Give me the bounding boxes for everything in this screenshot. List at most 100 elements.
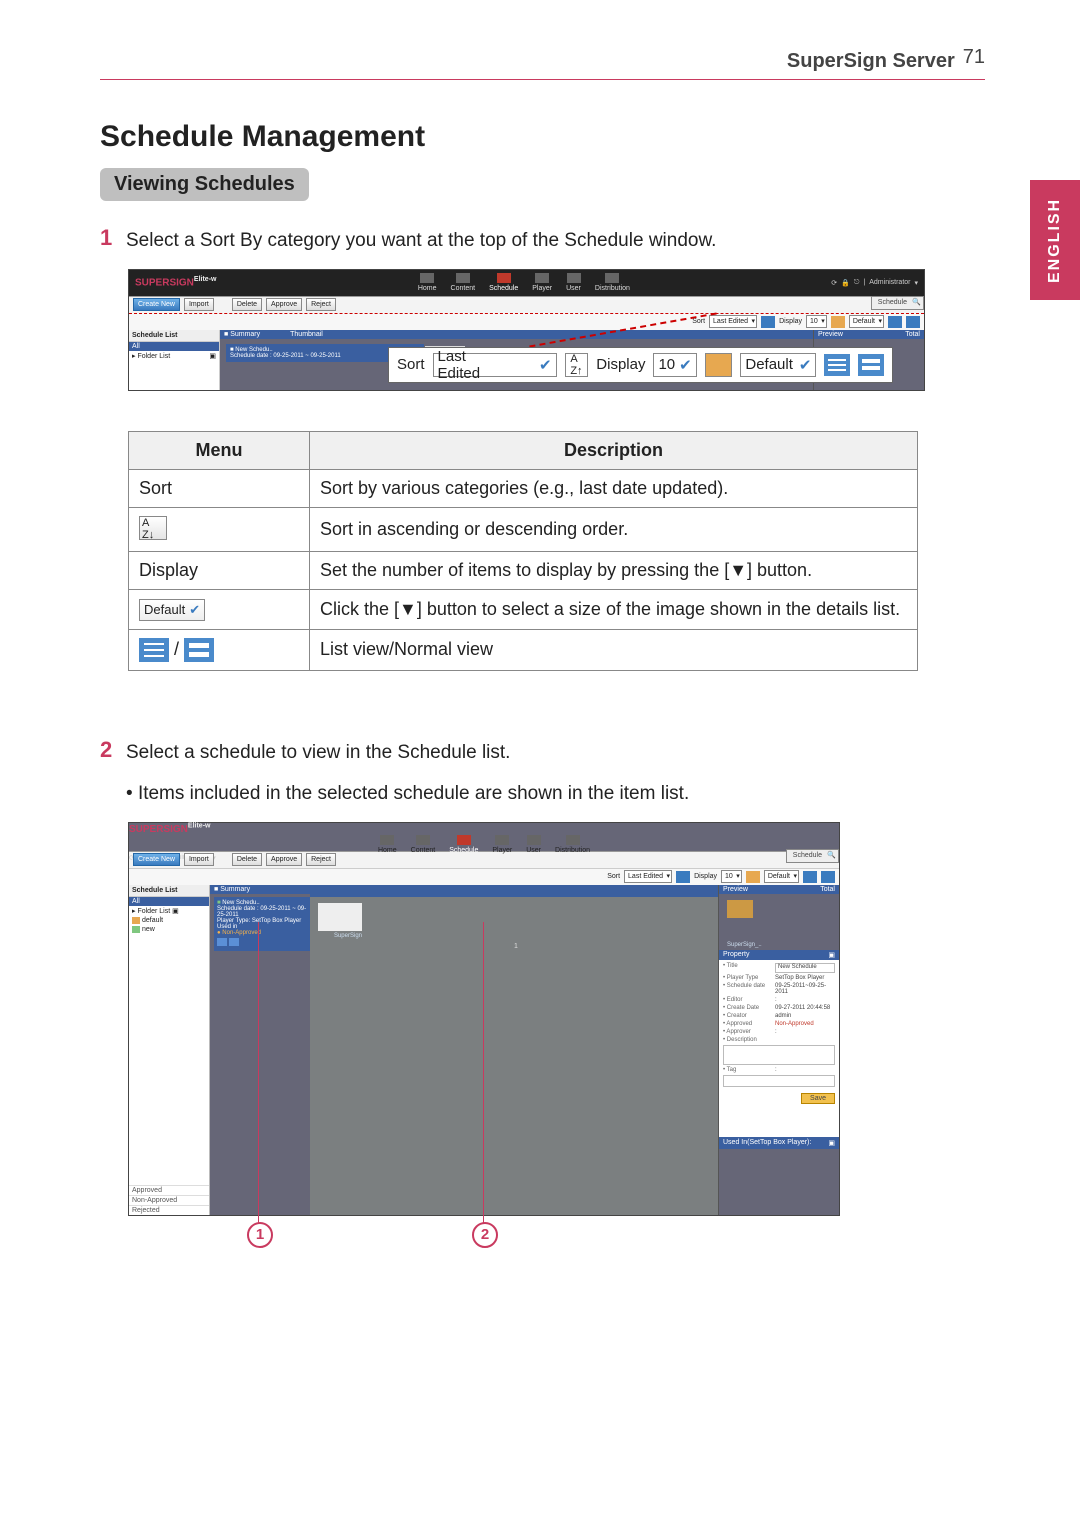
import-button[interactable]: Import: [184, 298, 214, 311]
sort-bar: Sort Last Edited Display 10 Default: [129, 313, 924, 330]
save-button[interactable]: Save: [801, 1093, 835, 1104]
toolbar: Create New Import Delete Approve Reject: [129, 296, 924, 313]
search-input-2[interactable]: Schedule: [786, 849, 839, 863]
callout-default-dropdown[interactable]: Default✔: [740, 353, 816, 377]
nav-home[interactable]: Home: [418, 273, 437, 292]
callout-list-view-icon[interactable]: [824, 354, 850, 376]
schedule-card-selected[interactable]: ■ New Schedu.. Schedule date : 09-25-201…: [214, 897, 310, 951]
sidebar-item-default[interactable]: default: [129, 916, 209, 925]
sidebar: Schedule List All ▸ Folder List▣: [129, 330, 220, 390]
step-1-text: Select a Sort By category you want at th…: [126, 225, 716, 255]
right-panel: PreviewTotal SuperSign_.. Property▣ • Ti…: [718, 885, 839, 1215]
table-row: Display Set the number of items to displ…: [129, 551, 918, 589]
logout-icon[interactable]: ⎋: [854, 279, 860, 287]
prop-description-input[interactable]: [723, 1045, 835, 1065]
sort-dropdown[interactable]: Last Edited: [709, 315, 757, 328]
prop-title-input[interactable]: New Schedule: [775, 963, 835, 973]
nav-distribution[interactable]: Distribution: [555, 835, 590, 854]
callout-display-dropdown[interactable]: 10✔: [653, 353, 696, 377]
brand-logo: SUPERSIGNElite-w: [135, 276, 216, 288]
expand-icon[interactable]: ▣: [828, 951, 835, 959]
used-in-footer: Used In(SetTop Box Player):▣: [719, 1137, 839, 1149]
callout-display-label: Display: [596, 356, 645, 373]
delete-button[interactable]: Delete: [232, 298, 262, 311]
refresh-icon[interactable]: ⟳: [831, 279, 837, 287]
table-row: Default✔ Click the [▼] button to select …: [129, 589, 918, 629]
sort-order-icon[interactable]: [761, 316, 775, 328]
default-dropdown[interactable]: Default: [764, 870, 799, 883]
table-row: / List view/Normal view: [129, 629, 918, 670]
nav-account[interactable]: ⟳ 🔒 ⎋ |Administrator▾: [831, 279, 918, 287]
prop-tag-input[interactable]: [723, 1075, 835, 1087]
sort-label: Sort: [692, 318, 705, 325]
th-description: Description: [310, 431, 918, 469]
display-dropdown[interactable]: 10: [721, 870, 742, 883]
sidebar-folder-list[interactable]: ▸ Folder List▣: [129, 906, 209, 916]
nav-menu: Home Content Schedule Player User Distri…: [216, 273, 831, 292]
nav-home[interactable]: Home: [378, 835, 397, 854]
page-header: SuperSign Server 71: [100, 50, 985, 80]
page-number: 71: [963, 46, 985, 69]
callout-normal-view-icon[interactable]: [858, 354, 884, 376]
status-approved[interactable]: Approved: [129, 1185, 209, 1195]
content-area-2: ■ Summary ■ New Schedu.. Schedule date :…: [210, 885, 718, 1215]
lock-icon[interactable]: 🔒: [841, 279, 850, 287]
list-view-icon[interactable]: [803, 871, 817, 883]
status-non-approved[interactable]: Non-Approved: [129, 1195, 209, 1205]
app-window-2: SUPERSIGNElite-w Home Content Schedule P…: [128, 822, 840, 1216]
delete-button[interactable]: Delete: [232, 853, 262, 866]
status-rejected[interactable]: Rejected: [129, 1205, 209, 1215]
default-dropdown-icon: Default✔: [139, 599, 205, 621]
sidebar-all[interactable]: All: [129, 342, 219, 351]
default-dropdown[interactable]: Default: [849, 315, 884, 328]
size-icon[interactable]: [746, 871, 760, 883]
screenshot-1: SUPERSIGNElite-w Home Content Schedule P…: [128, 269, 985, 391]
create-new-button[interactable]: Create New: [133, 298, 180, 311]
reject-button[interactable]: Reject: [306, 298, 336, 311]
sidebar-all[interactable]: All: [129, 897, 209, 906]
callout-sort-order-icon[interactable]: AZ↑: [565, 353, 589, 377]
list-view-icon[interactable]: [888, 316, 902, 328]
sidebar-item-new[interactable]: new: [129, 925, 209, 934]
reject-button[interactable]: Reject: [306, 853, 336, 866]
normal-view-icon[interactable]: [821, 871, 835, 883]
nav-schedule[interactable]: Schedule: [449, 835, 478, 854]
sidebar-folder-list[interactable]: ▸ Folder List▣: [129, 351, 219, 361]
step-2-text: Select a schedule to view in the Schedul…: [126, 737, 510, 767]
sort-dropdown[interactable]: Last Edited: [624, 870, 672, 883]
table-row: Sort Sort by various categories (e.g., l…: [129, 469, 918, 507]
nav-player[interactable]: Player: [492, 835, 512, 854]
property-rows: • TitleNew Schedule • Player TypeSetTop …: [719, 960, 839, 1137]
table-row: Sort in ascending or descending order.: [129, 507, 918, 551]
size-icon[interactable]: [831, 316, 845, 328]
nav-player[interactable]: Player: [532, 273, 552, 292]
callout-size-icon[interactable]: [705, 353, 733, 377]
nav-content[interactable]: Content: [451, 273, 476, 292]
nav-content[interactable]: Content: [411, 835, 436, 854]
import-button[interactable]: Import: [184, 853, 214, 866]
callout-sort-label: Sort: [397, 356, 425, 373]
preview-image: [727, 900, 753, 918]
step-1-number: 1: [100, 225, 126, 255]
page-title: Schedule Management: [100, 120, 985, 154]
approve-button[interactable]: Approve: [266, 298, 302, 311]
sidebar-2: Schedule List All ▸ Folder List▣ default…: [129, 885, 210, 1215]
item-list-area: SuperSign 1: [310, 885, 718, 1215]
callout-sort-dropdown[interactable]: Last Edited✔: [433, 353, 557, 377]
nav-distribution[interactable]: Distribution: [595, 273, 630, 292]
preview-box: SuperSign_..: [719, 894, 839, 950]
approve-button[interactable]: Approve: [266, 853, 302, 866]
normal-view-icon[interactable]: [906, 316, 920, 328]
nav-schedule[interactable]: Schedule: [489, 273, 518, 292]
search-input[interactable]: Schedule: [871, 296, 924, 310]
item-thumbnail[interactable]: SuperSign: [318, 903, 362, 931]
nav-user[interactable]: User: [526, 835, 541, 854]
step-1: 1 Select a Sort By category you want at …: [100, 225, 985, 255]
display-dropdown[interactable]: 10: [806, 315, 827, 328]
sort-order-icon[interactable]: [676, 871, 690, 883]
expand-icon[interactable]: ▣: [828, 1139, 835, 1147]
th-menu: Menu: [129, 431, 310, 469]
create-new-button[interactable]: Create New: [133, 853, 180, 866]
normal-view-small-icon: [184, 638, 214, 662]
nav-user[interactable]: User: [566, 273, 581, 292]
